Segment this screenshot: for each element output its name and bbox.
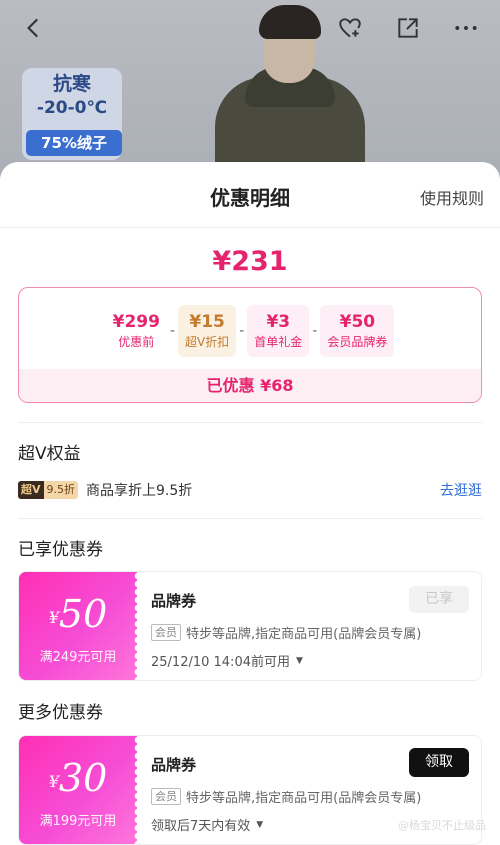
breakdown-item: ¥15 超V折扣 xyxy=(178,305,237,357)
final-price: ¥231 xyxy=(212,246,288,277)
back-button[interactable] xyxy=(14,8,54,48)
caret-down-icon: ▼ xyxy=(295,655,303,666)
more-coupons-section-title: 更多优惠券 xyxy=(18,703,103,723)
coupon-applied-button: 已享 xyxy=(409,586,469,613)
super-v-section-title: 超V权益 xyxy=(18,444,81,464)
super-v-tag: 超V 9.5折 xyxy=(18,481,79,499)
breakdown-label: 超V折扣 xyxy=(185,335,230,349)
down-content-tag: 75%绒子 xyxy=(26,130,122,156)
coupon-desc-row: 会员 特步等品牌,指定商品可用(品牌会员专属) xyxy=(151,623,481,642)
coupon-condition: 满199元可用 xyxy=(39,814,117,829)
sheet-header: 优惠明细 使用规则 xyxy=(0,162,500,228)
coupon-value-panel: ¥50 满249元可用 xyxy=(19,572,138,680)
share-icon xyxy=(398,18,418,38)
breakdown-label: 会员品牌券 xyxy=(327,335,388,349)
coupon-value: 50 xyxy=(58,592,108,636)
super-v-row: 超V 9.5折 商品享折上9.5折 去逛逛 xyxy=(18,478,482,502)
coupon-desc: 特步等品牌,指定商品可用(品牌会员专属) xyxy=(186,627,422,642)
breakdown-item: ¥299 优惠前 xyxy=(106,305,167,357)
super-v-tag-discount: 9.5折 xyxy=(43,481,79,499)
coupon-expiry-row[interactable]: 25/12/10 14:04前可用 ▼ xyxy=(151,651,481,670)
coupon-condition: 满249元可用 xyxy=(39,650,117,665)
coupon-desc-row: 会员 特步等品牌,指定商品可用(品牌会员专属) xyxy=(151,787,481,806)
price-breakdown-box: ¥299 优惠前 - ¥15 超V折扣 - ¥3 首单礼金 - ¥50 会员品牌券 已优惠 ¥68 xyxy=(18,287,482,403)
breakdown-item: ¥3 首单礼金 xyxy=(247,305,310,357)
claim-coupon-button[interactable]: 领取 xyxy=(409,748,469,777)
heart-add-icon xyxy=(339,18,361,38)
caret-down-icon: ▼ xyxy=(256,819,264,830)
favorite-button[interactable] xyxy=(330,8,370,48)
breakdown-item: ¥50 会员品牌券 xyxy=(320,305,395,357)
breakdown-amount: ¥3 xyxy=(266,312,291,332)
rules-link[interactable]: 使用规则 xyxy=(420,185,484,209)
back-icon xyxy=(27,18,39,38)
member-tag: 会员 xyxy=(151,624,181,641)
coupon-value: 30 xyxy=(58,756,108,800)
breakdown-amount: ¥299 xyxy=(112,312,160,332)
go-browse-link[interactable]: 去逛逛 xyxy=(440,480,482,500)
more-icon xyxy=(455,26,477,30)
breakdown-amount: ¥50 xyxy=(339,312,376,332)
breakdown-label: 优惠前 xyxy=(118,335,155,349)
share-button[interactable] xyxy=(388,8,428,48)
more-button[interactable] xyxy=(446,8,486,48)
super-v-desc: 商品享折上9.5折 xyxy=(86,483,193,499)
badge-line2: -20-0℃ xyxy=(36,98,108,118)
coupon-currency: ¥ xyxy=(48,772,59,791)
used-coupons-section-title: 已享优惠券 xyxy=(18,540,103,560)
breakdown-label: 首单礼金 xyxy=(254,335,303,349)
watermark: @杨宝贝不止级品 xyxy=(398,819,486,832)
minus-operator: - xyxy=(239,323,245,339)
coupon-card: ¥50 满249元可用 品牌券 会员 特步等品牌,指定商品可用(品牌会员专属) … xyxy=(18,571,482,681)
coupon-expiry: 领取后7天内有效 xyxy=(151,819,251,834)
saved-amount: 已优惠 ¥68 xyxy=(19,369,481,402)
discount-detail-sheet: 优惠明细 使用规则 ¥231 ¥299 优惠前 - ¥15 超V折扣 - ¥3 首单礼金 - ¥5… xyxy=(0,162,500,845)
minus-operator: - xyxy=(312,323,318,339)
badge-line1: 抗寒 xyxy=(52,73,91,95)
coupon-expiry: 25/12/10 14:04前可用 xyxy=(151,655,290,670)
coupon-currency: ¥ xyxy=(48,608,59,627)
breakdown-amount: ¥15 xyxy=(189,312,225,332)
super-v-tag-label: 超V xyxy=(18,481,44,499)
coupon-info: 品牌券 会员 特步等品牌,指定商品可用(品牌会员专属) 25/12/10 14:… xyxy=(137,572,481,680)
minus-operator: - xyxy=(169,323,175,339)
breakdown-items: ¥299 优惠前 - ¥15 超V折扣 - ¥3 首单礼金 - ¥50 会员品牌券 xyxy=(19,288,481,370)
coupon-desc: 特步等品牌,指定商品可用(品牌会员专属) xyxy=(186,791,422,806)
member-tag: 会员 xyxy=(151,788,181,805)
coupon-value-panel: ¥30 满199元可用 xyxy=(19,736,138,844)
